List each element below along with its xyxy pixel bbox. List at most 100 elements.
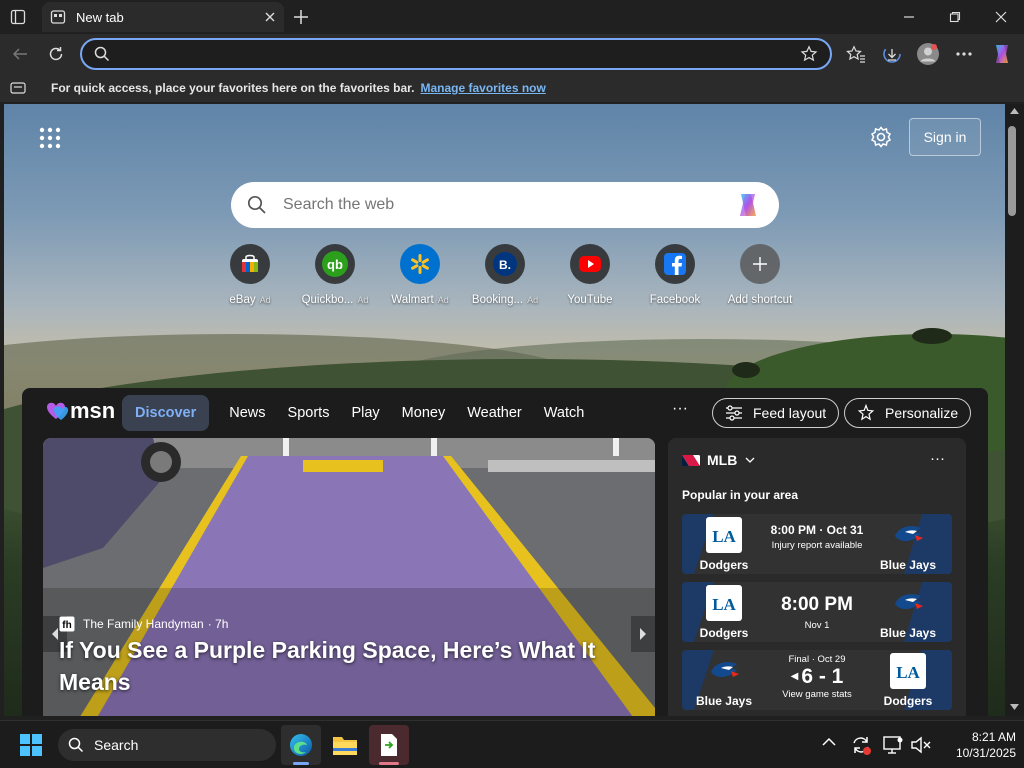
- shortcut-label: eBay: [229, 294, 256, 306]
- team-name: Dodgers: [699, 558, 749, 572]
- close-tab-icon[interactable]: [264, 11, 276, 23]
- dodgers-logo-icon: LA: [890, 653, 926, 689]
- search-icon: [94, 46, 110, 62]
- profile-avatar-icon[interactable]: [914, 42, 942, 66]
- favorite-star-icon[interactable]: [800, 45, 818, 63]
- msn-logo-text: msn: [70, 398, 116, 423]
- team-left: Blue Jays: [692, 653, 756, 708]
- scroll-up-arrow-icon[interactable]: [1010, 108, 1019, 114]
- tab-strip: New tab: [0, 0, 1024, 34]
- booking-icon: B.: [485, 244, 525, 284]
- sliders-icon: [726, 405, 742, 421]
- taskbar-search[interactable]: Search: [58, 729, 276, 761]
- taskbar-file-explorer[interactable]: [325, 725, 365, 765]
- sync-icon[interactable]: [850, 734, 872, 756]
- nav-sports[interactable]: Sports: [277, 395, 341, 431]
- new-tab-plus-icon[interactable]: [292, 8, 310, 26]
- nav-weather[interactable]: Weather: [456, 395, 533, 431]
- nav-more-button[interactable]: ···: [672, 400, 688, 418]
- nav-discover[interactable]: Discover: [122, 395, 210, 431]
- nav-news[interactable]: News: [218, 395, 276, 431]
- sign-in-button[interactable]: Sign in: [909, 118, 981, 156]
- search-icon: [247, 195, 267, 215]
- game-score-value: 6 - 1: [801, 665, 844, 688]
- team-right: Blue Jays: [876, 517, 940, 572]
- browser-toolbar: [0, 34, 1024, 74]
- tree-decoration: [912, 328, 952, 344]
- mlb-more-button[interactable]: ···: [930, 450, 945, 467]
- shortcut-youtube[interactable]: YouTube: [548, 244, 632, 306]
- view-game-stats-link[interactable]: View game stats: [762, 689, 872, 700]
- shortcut-walmart[interactable]: Walmart Ad: [378, 244, 462, 306]
- blue-jays-logo-icon: [890, 585, 926, 621]
- scrollbar-thumb[interactable]: [1008, 126, 1016, 216]
- game-info: 8:00 PM · Oct 31 Injury report available: [762, 523, 872, 551]
- minimize-button[interactable]: [886, 0, 932, 34]
- plus-icon: [740, 244, 780, 284]
- windows-start-icon[interactable]: [20, 734, 42, 756]
- back-arrow-icon[interactable]: [6, 42, 34, 66]
- web-search-input[interactable]: [283, 196, 733, 214]
- active-app-indicator: [379, 762, 399, 765]
- shortcut-facebook[interactable]: Facebook: [633, 244, 717, 306]
- game-card-1[interactable]: LA Dodgers 8:00 PM · Oct 31 Injury repor…: [682, 514, 952, 574]
- taskbar-app-3[interactable]: [369, 725, 409, 765]
- game-time: 8:00 PM · Oct 31: [770, 523, 864, 537]
- game-card-2[interactable]: LA Dodgers 8:00 PM Nov 1 Blue Jays: [682, 582, 952, 642]
- newtab-page-icon: [50, 9, 66, 25]
- mlb-title: MLB: [707, 452, 738, 468]
- feed-layout-button[interactable]: Feed layout: [712, 398, 840, 428]
- downloads-icon[interactable]: [878, 42, 906, 66]
- game-card-3[interactable]: Blue Jays Final · Oct 29 ◀ 6 - 1 View gam…: [682, 650, 952, 710]
- scroll-down-arrow-icon[interactable]: [1010, 704, 1019, 710]
- restore-button[interactable]: [932, 0, 978, 34]
- more-options-icon[interactable]: [950, 42, 978, 66]
- taskbar-edge-app[interactable]: [281, 725, 321, 765]
- nav-play[interactable]: Play: [340, 395, 390, 431]
- ad-badge: Ad: [437, 295, 449, 305]
- nav-watch[interactable]: Watch: [533, 395, 596, 431]
- apps-grid-icon[interactable]: [38, 126, 62, 150]
- ad-badge: Ad: [357, 295, 369, 305]
- refresh-icon[interactable]: [42, 42, 70, 66]
- address-bar[interactable]: [80, 38, 832, 70]
- tab-new-tab[interactable]: New tab: [42, 2, 284, 32]
- team-name: Dodgers: [883, 694, 933, 708]
- shortcut-add[interactable]: Add shortcut: [718, 244, 802, 306]
- show-hidden-icons-chevron-icon[interactable]: [822, 737, 836, 747]
- msn-feed: msn Discover News Sports Play Money Weat…: [22, 388, 988, 716]
- network-icon[interactable]: [882, 734, 904, 756]
- favorites-bar-icon: [10, 82, 26, 94]
- msn-logo[interactable]: msn: [44, 398, 115, 424]
- shortcut-booking[interactable]: B. Booking... Ad: [463, 244, 547, 306]
- hero-story-card[interactable]: fh The Family Handyman · 7h If You See a…: [43, 438, 655, 716]
- hero-title[interactable]: If You See a Purple Parking Space, Here’…: [59, 634, 639, 698]
- favorites-icon[interactable]: [842, 42, 870, 66]
- tab-actions-icon[interactable]: [10, 9, 26, 25]
- svg-text:LA: LA: [896, 663, 920, 682]
- blue-jays-logo-icon: [890, 517, 926, 553]
- nav-money[interactable]: Money: [391, 395, 457, 431]
- hero-source: fh The Family Handyman · 7h: [59, 616, 228, 632]
- walmart-icon: [400, 244, 440, 284]
- svg-text:B.: B.: [499, 258, 511, 272]
- page-settings-gear-icon[interactable]: [868, 124, 894, 150]
- svg-text:qb: qb: [327, 257, 343, 272]
- shortcut-quickbooks[interactable]: qb Quickbo... Ad: [293, 244, 377, 306]
- copilot-icon[interactable]: [733, 190, 763, 220]
- manage-favorites-link[interactable]: Manage favorites now: [420, 81, 545, 95]
- game-info: Final · Oct 29 ◀ 6 - 1 View game stats: [762, 654, 872, 700]
- address-input[interactable]: [122, 46, 800, 62]
- taskbar-clock[interactable]: 8:21 AM 10/31/2025: [936, 729, 1016, 761]
- web-search-box[interactable]: [231, 182, 779, 228]
- team-name: Blue Jays: [879, 558, 937, 572]
- shortcut-label: Facebook: [649, 294, 701, 306]
- copilot-icon[interactable]: [988, 42, 1016, 66]
- mlb-header[interactable]: MLB: [682, 452, 755, 468]
- close-window-button[interactable]: [978, 0, 1024, 34]
- winner-arrow-icon: ◀: [790, 671, 799, 683]
- shortcut-ebay[interactable]: eBay Ad: [208, 244, 292, 306]
- taskbar: Search 8:21 AM 10/31/2025: [0, 720, 1024, 768]
- volume-muted-icon[interactable]: [910, 735, 932, 755]
- personalize-button[interactable]: Personalize: [844, 398, 972, 428]
